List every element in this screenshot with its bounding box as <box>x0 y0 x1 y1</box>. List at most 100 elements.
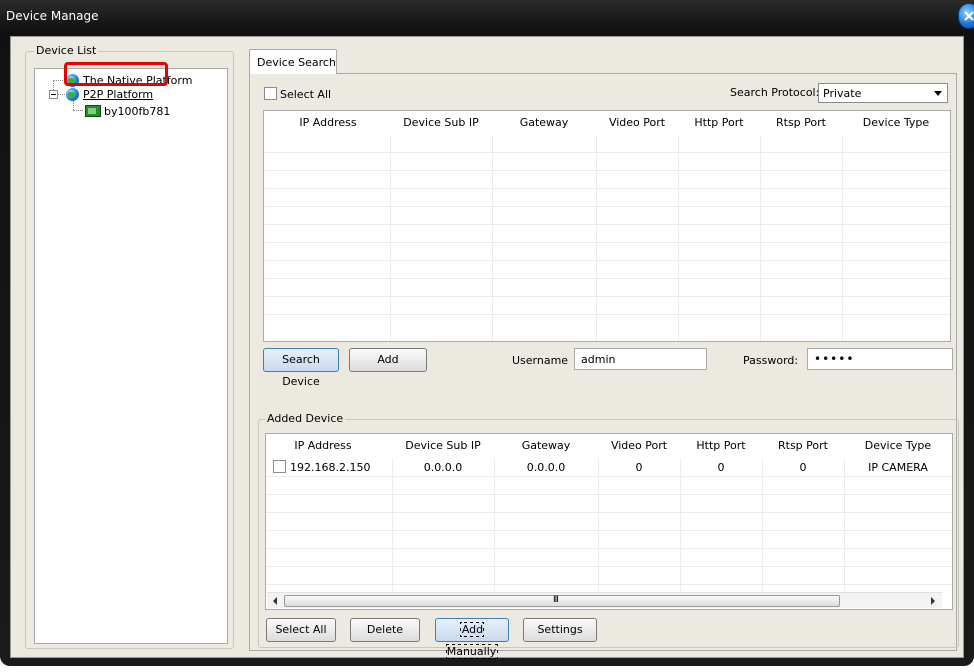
button-label: Search Device <box>282 353 320 388</box>
table-header: IP Address Device Sub IP Gateway Video P… <box>266 434 952 458</box>
table-row[interactable]: 192.168.2.150 0.0.0.0 0.0.0.0 0 0 0 IP C… <box>266 458 952 476</box>
delete-button[interactable]: Delete <box>350 618 420 642</box>
column-header[interactable]: Http Port <box>680 439 762 452</box>
password-label: Password: <box>743 354 799 367</box>
grid-line <box>264 314 950 315</box>
column-header[interactable]: Device Sub IP <box>390 116 492 129</box>
column-header[interactable]: Device Type <box>842 116 950 129</box>
grid-line <box>266 530 952 531</box>
column-header[interactable]: Rtsp Port <box>760 116 842 129</box>
scrollbar-grip: III <box>553 595 559 605</box>
row-checkbox[interactable] <box>273 460 286 473</box>
button-label: Add Manually <box>445 622 499 659</box>
grid-line <box>844 458 845 592</box>
cell-device-sub-ip: 0.0.0.0 <box>423 461 463 474</box>
grid-line <box>264 242 950 243</box>
tree-connector <box>73 110 83 111</box>
close-button[interactable] <box>958 3 974 29</box>
close-icon <box>964 11 974 21</box>
table-header: IP Address Device Sub IP Gateway Video P… <box>264 111 950 135</box>
settings-button[interactable]: Settings <box>523 618 597 642</box>
grid-line <box>264 206 950 207</box>
select-all-button[interactable]: Select All <box>266 618 336 642</box>
column-header[interactable]: Video Port <box>598 439 680 452</box>
grid-line <box>264 170 950 171</box>
grid-line <box>266 494 952 495</box>
search-protocol-label: Search Protocol: <box>730 86 820 99</box>
grid-line <box>266 584 952 585</box>
window-title: Device Manage <box>6 9 99 23</box>
select-all-checkbox[interactable] <box>264 87 277 100</box>
add-manually-button[interactable]: Add Manually <box>435 618 509 659</box>
column-header[interactable]: Http Port <box>678 116 760 129</box>
added-device-group: Added Device IP Address Device Sub IP Ga… <box>258 412 959 659</box>
grid-line <box>392 458 393 592</box>
select-all-label: Select All <box>280 88 332 101</box>
grid-line <box>264 296 950 297</box>
username-label: Username <box>512 354 569 367</box>
device-list-group: Device List The Native Platform P2P Plat… <box>25 44 234 649</box>
search-device-button[interactable]: Search Device <box>263 348 339 388</box>
added-devices-table[interactable]: IP Address Device Sub IP Gateway Video P… <box>265 433 953 610</box>
username-field[interactable]: admin <box>574 348 707 370</box>
search-protocol-select[interactable]: Private <box>818 83 948 103</box>
column-header[interactable]: Rtsp Port <box>762 439 844 452</box>
column-header[interactable]: Gateway <box>494 439 598 452</box>
column-header[interactable]: Video Port <box>596 116 678 129</box>
tab-device-search[interactable]: Device Search <box>249 49 337 74</box>
grid-line <box>266 566 952 567</box>
button-label: Select All <box>275 623 327 636</box>
tree-node-p2p-platform[interactable]: P2P Platform <box>66 87 153 101</box>
button-label: Delete <box>366 623 404 636</box>
tree-node-label: by100fb781 <box>104 104 171 118</box>
column-header[interactable]: IP Address <box>266 439 380 452</box>
device-tree[interactable]: The Native Platform P2P Platform by100fb… <box>34 68 228 644</box>
grid-line <box>494 458 495 592</box>
globe-icon <box>66 87 79 101</box>
device-manage-window: Device Manage Device List The Native Pla… <box>0 0 974 666</box>
cell-gateway: 0.0.0.0 <box>526 461 566 474</box>
cell-rtsp-port: 0 <box>799 461 807 474</box>
grid-line <box>762 458 763 592</box>
device-search-panel: Select All Search Protocol: Private IP A… <box>249 73 959 659</box>
column-header[interactable]: Device Sub IP <box>392 439 494 452</box>
cell-http-port: 0 <box>717 461 725 474</box>
grid-line <box>264 260 950 261</box>
device-highlight-box <box>64 62 168 86</box>
grid-line <box>760 135 761 341</box>
column-header[interactable]: IP Address <box>264 116 392 129</box>
scroll-right-icon[interactable] <box>931 597 935 605</box>
tab-label: Device Search <box>257 56 336 69</box>
username-value: admin <box>581 353 616 366</box>
column-header[interactable]: Gateway <box>492 116 596 129</box>
tree-node-device[interactable]: by100fb781 <box>85 104 170 118</box>
scroll-left-icon[interactable] <box>273 597 277 605</box>
added-device-label: Added Device <box>265 412 346 425</box>
button-label: Settings <box>537 623 583 636</box>
password-field[interactable]: ••••• <box>807 348 953 370</box>
column-header[interactable]: Device Type <box>844 439 952 452</box>
grid-line <box>266 548 952 549</box>
protocol-value: Private <box>823 87 862 100</box>
search-results-table[interactable]: IP Address Device Sub IP Gateway Video P… <box>263 110 951 342</box>
grid-line <box>842 135 843 341</box>
tree-connector <box>73 101 74 110</box>
grid-line <box>596 135 597 341</box>
collapse-toggle[interactable] <box>49 90 58 99</box>
chevron-down-icon <box>934 91 942 96</box>
title-bar[interactable]: Device Manage <box>0 0 974 36</box>
camera-icon <box>85 105 101 117</box>
scrollbar-thumb[interactable]: III <box>284 595 840 607</box>
grid-line <box>266 512 952 513</box>
grid-line <box>264 152 950 153</box>
tree-node-label: P2P Platform <box>83 87 154 101</box>
grid-line <box>680 458 681 592</box>
grid-line <box>390 135 391 341</box>
horizontal-scrollbar[interactable]: III <box>267 592 942 608</box>
button-label: Add <box>377 353 399 366</box>
grid-line <box>264 188 950 189</box>
grid-line <box>598 458 599 592</box>
grid-line <box>678 135 679 341</box>
dialog-client-area: Device List The Native Platform P2P Plat… <box>10 36 964 659</box>
add-button[interactable]: Add <box>349 348 427 372</box>
